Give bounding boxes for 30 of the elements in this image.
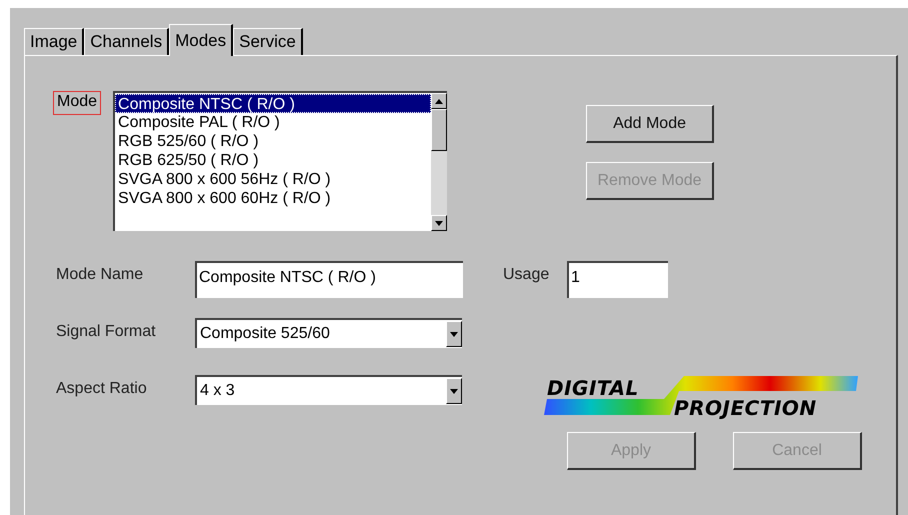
aspect-ratio-label: Aspect Ratio <box>56 379 148 399</box>
list-item[interactable]: RGB 525/60 ( R/O ) <box>115 132 432 151</box>
mode-name-label: Mode Name <box>56 265 144 285</box>
dropdown-arrow-icon <box>450 332 458 336</box>
down-arrow-icon <box>435 220 444 226</box>
mode-label: Mode <box>53 91 102 115</box>
usage-label: Usage <box>503 265 550 285</box>
dropdown-arrow-icon <box>450 388 458 394</box>
scroll-thumb[interactable] <box>431 109 448 151</box>
mode-list[interactable]: Composite NTSC ( R/O ) Composite PAL ( R/O ) RGB 525/60 ( R/O ) RGB 625/50 ( R/O ) SVGA 800 x 600 56Hz ( R/O ) SVGA 800 x 600 60Hz ( R/O ) <box>113 91 448 231</box>
signal-format-label: Signal Format <box>56 322 157 342</box>
list-item[interactable]: Composite PAL ( R/O ) <box>115 113 432 132</box>
tab[interactable]: Modes <box>169 24 234 56</box>
aspect-ratio-dropdown[interactable]: 4 x 3 <box>195 375 462 405</box>
list-item[interactable]: Composite NTSC ( R/O ) <box>115 94 432 113</box>
tab[interactable]: Channels <box>84 28 170 55</box>
usage-field[interactable]: 1 <box>567 261 668 298</box>
tab[interactable]: Image <box>24 28 84 55</box>
mode-name-field[interactable]: Composite NTSC ( R/O ) <box>195 261 463 298</box>
logo-text: DIGITAL <box>547 375 639 402</box>
list-item[interactable]: SVGA 800 x 600 56Hz ( R/O ) <box>115 170 432 189</box>
button[interactable]: Add Mode <box>586 105 714 143</box>
list-item[interactable]: SVGA 800 x 600 60Hz ( R/O ) <box>115 189 432 208</box>
logo-text: PROJECTION <box>674 395 817 422</box>
scroll-down-button[interactable] <box>431 215 448 231</box>
signal-format-dropdown[interactable]: Composite 525/60 <box>195 318 462 348</box>
scroll-up-button[interactable] <box>431 93 448 109</box>
tab[interactable]: Service <box>233 28 303 55</box>
up-arrow-icon <box>435 98 444 104</box>
list-item[interactable]: RGB 625/50 ( R/O ) <box>115 151 432 170</box>
